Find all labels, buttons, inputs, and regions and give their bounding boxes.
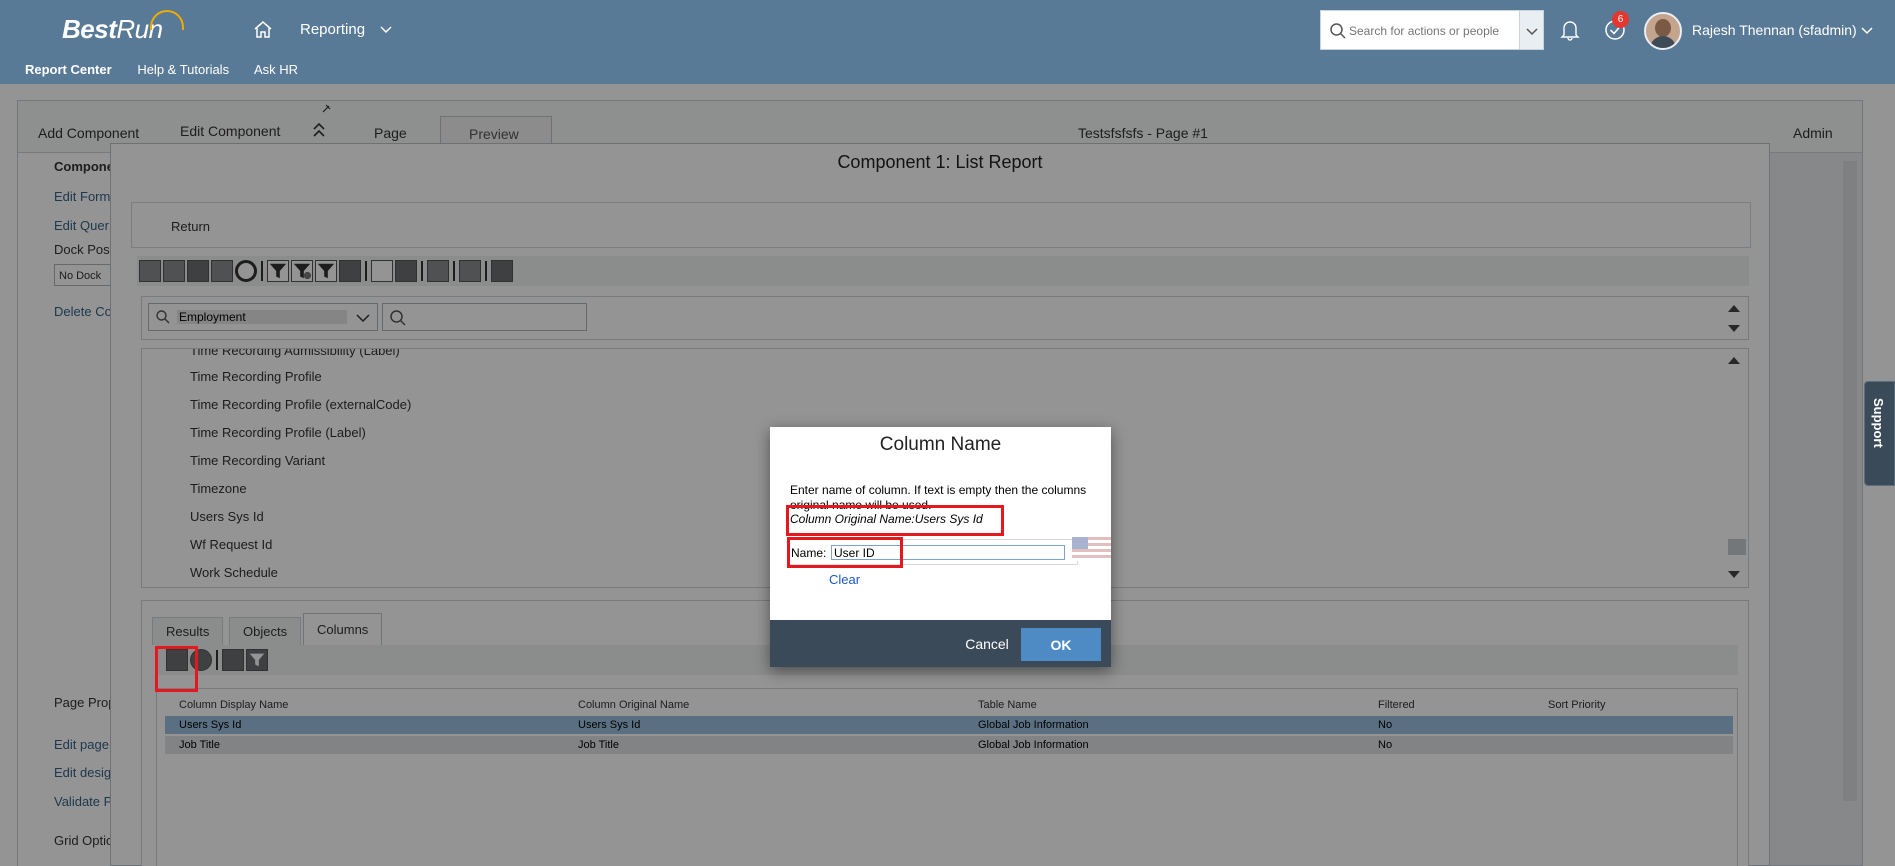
sub-navigation: Report Center Help & Tutorials Ask HR	[25, 62, 320, 77]
home-icon[interactable]	[253, 20, 273, 38]
ok-button[interactable]: OK	[1021, 628, 1101, 661]
support-label: Support	[1871, 398, 1886, 448]
highlight-box	[155, 646, 198, 692]
chevron-down-icon[interactable]	[1860, 23, 1874, 37]
highlight-box	[786, 505, 1004, 536]
subnav-help-tutorials[interactable]: Help & Tutorials	[137, 62, 229, 77]
search-icon	[1330, 23, 1346, 39]
subnav-ask-hr[interactable]: Ask HR	[254, 62, 298, 77]
cancel-button[interactable]: Cancel	[952, 628, 1022, 660]
avatar[interactable]	[1644, 12, 1682, 50]
nav-menu-reporting[interactable]: Reporting	[300, 21, 365, 38]
clear-link[interactable]: Clear	[829, 572, 860, 587]
bestrun-logo[interactable]: BestRun	[62, 14, 163, 45]
dialog-title: Column Name	[879, 434, 1002, 455]
language-flag-icon[interactable]	[1072, 537, 1111, 561]
dialog-footer: Cancel OK	[770, 620, 1111, 667]
global-search[interactable]	[1320, 10, 1539, 50]
bell-icon[interactable]	[1560, 19, 1580, 41]
subnav-report-center[interactable]: Report Center	[25, 62, 112, 77]
highlight-box	[787, 537, 903, 568]
support-tab[interactable]: Support	[1864, 381, 1895, 486]
chevron-down-icon	[1526, 28, 1538, 36]
chevron-down-icon[interactable]	[378, 21, 394, 37]
search-input[interactable]	[1349, 19, 1539, 43]
logo-cloud-icon	[150, 10, 184, 30]
search-scope-dropdown[interactable]	[1520, 10, 1544, 50]
shell-header: BestRun Reporting 6 Rajesh Thennan (sfad…	[0, 0, 1895, 84]
user-name[interactable]: Rajesh Thennan (sfadmin)	[1692, 22, 1857, 38]
notification-badge: 6	[1612, 11, 1629, 28]
